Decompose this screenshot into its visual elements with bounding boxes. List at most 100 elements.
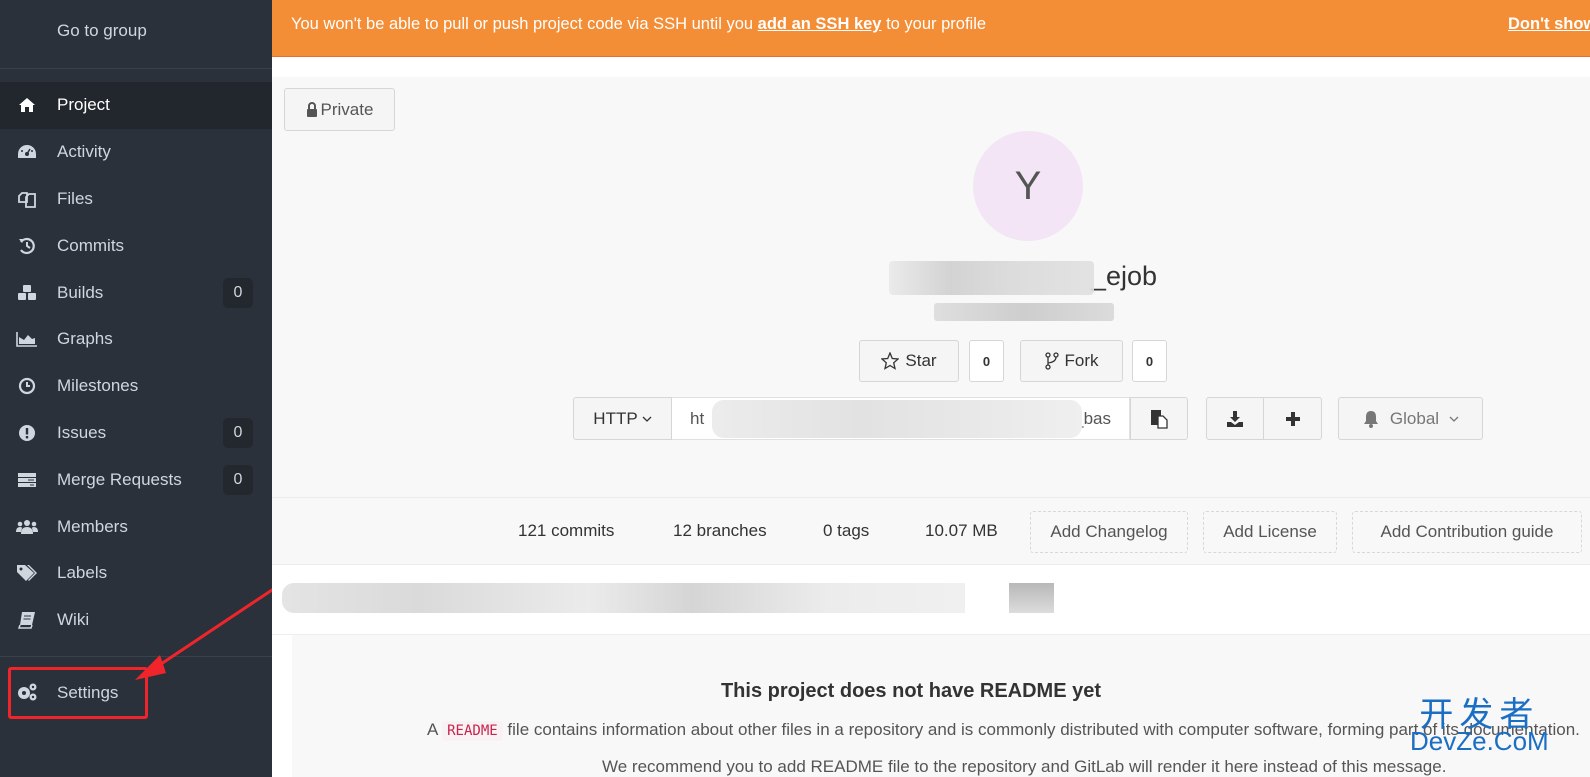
chevron-down-icon <box>642 416 652 422</box>
add-contribution-guide-button[interactable]: Add Contribution guide <box>1352 511 1582 553</box>
last-commit-row <box>272 565 1590 635</box>
clone-url-input[interactable]: ht _bas <box>672 397 1130 440</box>
sidebar-item-merge-requests[interactable]: Merge Requests 0 <box>0 456 272 503</box>
branches-count-link[interactable]: 12 branches <box>673 521 767 541</box>
sidebar-item-label: Milestones <box>57 376 139 396</box>
users-icon <box>16 516 38 538</box>
plus-icon <box>1285 411 1301 427</box>
dashboard-icon <box>16 141 38 163</box>
issues-count-badge: 0 <box>223 417 253 448</box>
sidebar-item-builds[interactable]: Builds 0 <box>0 269 272 316</box>
banner-text-prefix: You won't be able to pull or push projec… <box>291 15 758 33</box>
visibility-label: Private <box>320 99 374 119</box>
book-icon <box>16 609 38 631</box>
annotation-highlight-box <box>8 667 148 719</box>
tags-icon <box>16 562 38 584</box>
go-to-group-label: Go to group <box>57 21 147 40</box>
sidebar-item-project[interactable]: Project <box>0 82 272 129</box>
download-button[interactable] <box>1206 397 1264 440</box>
redacted-project-name <box>889 261 1094 295</box>
watermark-en: DevZe.CoM <box>1410 726 1549 756</box>
history-icon <box>16 235 38 257</box>
sidebar-item-label: Issues <box>57 422 107 442</box>
sidebar-item-milestones[interactable]: Milestones <box>0 363 272 410</box>
sidebar-item-label: Activity <box>57 142 111 162</box>
star-count[interactable]: 0 <box>969 340 1004 382</box>
fork-label: Fork <box>1064 351 1099 370</box>
sidebar-item-label: Members <box>57 516 128 536</box>
visibility-badge[interactable]: Private <box>284 88 395 131</box>
add-ssh-key-link[interactable]: add an SSH key <box>758 15 882 33</box>
exclamation-circle-icon <box>16 422 38 444</box>
readme-placeholder: This project does not have README yet A … <box>292 635 1590 777</box>
clone-protocol-label: HTTP <box>593 408 638 428</box>
bell-icon <box>1362 410 1380 428</box>
sidebar-item-label: Graphs <box>57 329 113 349</box>
annotation-arrow <box>135 586 276 680</box>
star-button[interactable]: Star <box>859 340 959 382</box>
tags-count-link[interactable]: 0 tags <box>823 521 869 541</box>
add-license-button[interactable]: Add License <box>1203 511 1337 553</box>
sidebar-nav: Project Activity Files Commits Builds 0 … <box>0 82 272 644</box>
watermark: 开发者 DevZe.CoM <box>1410 698 1549 754</box>
notification-level: Global <box>1389 408 1440 428</box>
readme-recommendation: We recommend you to add README file to t… <box>602 757 1447 776</box>
sidebar-item-label: Labels <box>57 563 108 583</box>
sidebar-item-commits[interactable]: Commits <box>0 222 272 269</box>
area-chart-icon <box>16 328 38 350</box>
merge-requests-count-badge: 0 <box>223 464 253 495</box>
fork-icon <box>1044 352 1059 370</box>
clock-icon <box>16 375 38 397</box>
fork-count[interactable]: 0 <box>1132 340 1167 382</box>
files-icon <box>16 188 38 210</box>
readme-description: A README file contains information about… <box>427 720 1580 741</box>
readme-code: README <box>442 721 503 741</box>
download-icon <box>1226 410 1244 428</box>
sidebar-item-members[interactable]: Members <box>0 503 272 550</box>
clone-protocol-dropdown[interactable]: HTTP <box>573 397 672 440</box>
notification-dropdown[interactable]: Global <box>1338 397 1483 440</box>
builds-count-badge: 0 <box>223 277 253 308</box>
tasks-icon <box>16 469 38 491</box>
ssh-warning-banner: You won't be able to pull or push projec… <box>272 0 1590 57</box>
sidebar-item-issues[interactable]: Issues 0 <box>0 410 272 457</box>
chevron-down-icon <box>1449 416 1459 422</box>
project-name-suffix: _ejob <box>1090 261 1157 291</box>
redacted-project-description <box>934 303 1114 321</box>
avatar-letter: Y <box>1014 163 1042 208</box>
dont-show-again-link[interactable]: Don't show again <box>1508 15 1590 34</box>
sidebar-item-files[interactable]: Files <box>0 176 272 223</box>
sidebar-item-label: Builds <box>57 282 104 302</box>
project-header: Private Y _ejob Star 0 Fork 0 HTTP ht _b… <box>272 77 1590 497</box>
sidebar-item-label: Commits <box>57 235 125 255</box>
project-stats-bar: 121 commits 12 branches 0 tags 10.07 MB … <box>272 497 1590 565</box>
fork-button[interactable]: Fork <box>1020 340 1123 382</box>
add-new-button[interactable] <box>1264 397 1322 440</box>
readme-title: This project does not have README yet <box>720 680 1102 702</box>
banner-message: You won't be able to pull or push projec… <box>291 15 986 34</box>
sidebar-item-label: Wiki <box>57 610 90 630</box>
go-to-group-link[interactable]: Go to group <box>0 0 272 69</box>
readme-text-prefix: A <box>427 720 443 739</box>
sidebar-item-label: Files <box>57 188 93 208</box>
repo-size: 10.07 MB <box>925 521 998 540</box>
project-avatar: Y <box>973 131 1083 241</box>
star-icon <box>881 352 900 370</box>
sidebar-item-graphs[interactable]: Graphs <box>0 316 272 363</box>
lock-icon <box>306 102 318 117</box>
redacted-clone-url <box>712 400 1082 438</box>
main-content: Private Y _ejob Star 0 Fork 0 HTTP ht _b… <box>272 57 1590 777</box>
sidebar-item-label: Merge Requests <box>57 469 182 489</box>
download-add-group <box>1206 397 1322 440</box>
add-changelog-button[interactable]: Add Changelog <box>1030 511 1188 553</box>
star-label: Star <box>905 351 937 370</box>
sidebar-item-activity[interactable]: Activity <box>0 129 272 176</box>
clipboard-icon <box>1150 409 1168 429</box>
redacted-commit-info <box>282 583 965 613</box>
cubes-icon <box>16 282 38 304</box>
copy-url-button[interactable] <box>1130 397 1188 440</box>
sidebar-item-label: Project <box>57 95 110 115</box>
redacted-commit-hash <box>1009 583 1054 613</box>
commits-count-link[interactable]: 121 commits <box>518 521 614 541</box>
clone-url-start: ht <box>690 408 705 428</box>
